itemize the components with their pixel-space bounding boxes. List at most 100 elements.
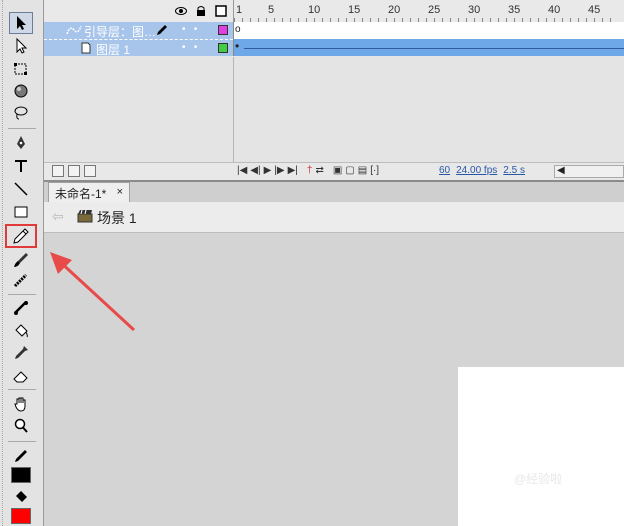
keyframe-marker[interactable]: • <box>235 39 239 53</box>
stroke-pencil-icon <box>15 450 27 462</box>
layer-visibility-dots[interactable]: • • <box>182 42 197 53</box>
loop-icon[interactable]: ⇄ <box>315 165 323 176</box>
fill-color-swatch[interactable] <box>11 508 31 524</box>
timeline-horizontal-scrollbar[interactable]: ◀ <box>554 165 624 178</box>
scene-label[interactable]: 场景 1 <box>97 208 137 228</box>
fill-color-tool[interactable] <box>9 486 33 508</box>
toolbar-divider <box>8 441 36 442</box>
eyedropper-icon <box>15 346 28 359</box>
onion-skin-icon[interactable]: ▣ <box>333 165 342 176</box>
zoom-tool[interactable] <box>9 415 33 437</box>
next-frame-icon[interactable]: |▶ <box>274 165 284 176</box>
timeline-panel: 1 5 10 15 20 25 30 35 40 45 引导层：图… • • o 图层 1 • • <box>44 0 624 180</box>
pencil-tool-highlight <box>5 224 37 248</box>
layer-frames-guide[interactable]: o <box>233 22 624 39</box>
guide-layer-icon <box>66 24 82 39</box>
layer-icon <box>80 42 92 57</box>
current-frame-readout[interactable]: 60 <box>439 165 450 176</box>
selection-tool[interactable] <box>9 12 33 34</box>
ruler-number: 10 <box>308 4 321 16</box>
close-icon[interactable]: × <box>117 186 123 198</box>
document-tabbar: 未命名-1* × <box>44 180 624 203</box>
magnifier-icon <box>14 418 28 433</box>
deco-tool[interactable] <box>9 270 33 292</box>
prev-frame-icon[interactable]: ◀| <box>250 165 260 176</box>
eraser-tool[interactable] <box>9 365 33 387</box>
line-icon <box>14 182 28 196</box>
frame-rate-readout[interactable]: 24.00 fps <box>456 165 497 176</box>
ruler-number: 45 <box>588 4 601 16</box>
first-frame-icon[interactable]: |◀ <box>237 165 247 176</box>
stage-canvas[interactable] <box>458 367 624 526</box>
layer-row-1[interactable]: 图层 1 • • <box>44 39 233 58</box>
layer-visibility-dots[interactable]: • • <box>182 24 197 35</box>
hand-tool[interactable] <box>9 393 33 415</box>
layer-frames-1[interactable]: • <box>233 39 624 56</box>
ruler-number: 1 <box>236 4 243 16</box>
document-tab[interactable]: 未命名-1* × <box>48 182 130 203</box>
watermark: @经验啦 <box>514 472 563 486</box>
eraser-icon <box>13 371 28 383</box>
ruler-number: 25 <box>428 4 441 16</box>
center-frame-icon[interactable]: † <box>307 165 313 176</box>
edit-bar: ⇦ 场景 1 <box>44 202 624 233</box>
play-icon[interactable]: ▶ <box>264 165 272 176</box>
layer-name[interactable]: 引导层：图… <box>84 23 156 40</box>
timeline-empty-area <box>44 57 624 162</box>
timeline-header: 1 5 10 15 20 25 30 35 40 45 <box>44 0 624 22</box>
ruler-number: 35 <box>508 4 521 16</box>
pencil-edit-icon <box>156 24 168 39</box>
last-frame-icon[interactable]: ▶| <box>288 165 298 176</box>
toolbar-divider <box>8 294 36 295</box>
eyedropper-tool[interactable] <box>9 342 33 364</box>
timeline-footer: |◀ ◀| ▶ |▶ ▶| † ⇄ ▣ ▢ ▤ [·] 60 24.00 fps… <box>44 162 624 180</box>
hollow-arrow-icon <box>16 37 28 54</box>
scroll-left-icon[interactable]: ◀ <box>557 165 565 176</box>
new-folder-icon[interactable] <box>68 165 80 177</box>
pen-tool[interactable] <box>9 132 33 154</box>
stroke-color-swatch[interactable] <box>11 467 31 483</box>
lasso-tool[interactable] <box>9 102 33 124</box>
stroke-color-tool[interactable] <box>9 445 33 467</box>
paint-bucket-tool[interactable] <box>9 320 33 342</box>
onion-outline-icon[interactable]: ▢ <box>345 165 354 176</box>
layer-color-box[interactable] <box>218 43 228 53</box>
line-tool[interactable] <box>9 178 33 200</box>
transform-icon <box>14 63 27 75</box>
flash-workspace: 1 5 10 15 20 25 30 35 40 45 引导层：图… • • o 图层 1 • • <box>0 0 624 526</box>
toolbar-grip[interactable] <box>2 0 6 526</box>
paint-bucket-icon <box>15 324 28 338</box>
delete-layer-icon[interactable] <box>84 165 96 177</box>
onion-markers-icon[interactable]: [·] <box>370 165 379 176</box>
3d-rotation-tool[interactable] <box>9 80 33 102</box>
brush-tool[interactable] <box>9 249 33 271</box>
clapperboard-icon <box>77 209 93 223</box>
pen-nib-icon <box>17 136 25 149</box>
toolbar-divider <box>8 128 36 129</box>
outline-square-icon[interactable] <box>214 4 228 18</box>
rectangle-tool[interactable] <box>9 201 33 223</box>
frame-ruler[interactable]: 1 5 10 15 20 25 30 35 40 45 <box>233 0 624 22</box>
lock-icon[interactable] <box>194 4 208 18</box>
free-transform-tool[interactable] <box>9 58 33 80</box>
bone-icon <box>14 301 28 315</box>
layer-color-box[interactable] <box>218 25 228 35</box>
lasso-icon <box>14 106 28 120</box>
bone-tool[interactable] <box>9 297 33 319</box>
text-tool[interactable] <box>9 155 33 177</box>
sphere-icon <box>14 84 28 98</box>
new-layer-icon[interactable] <box>52 165 64 177</box>
back-arrow-icon[interactable]: ⇦ <box>52 208 64 225</box>
keyframe-marker[interactable]: o <box>235 24 241 35</box>
subselection-tool[interactable] <box>9 35 33 57</box>
timeline-readouts: 60 24.00 fps 2.5 s <box>439 165 525 176</box>
edit-multiple-icon[interactable]: ▤ <box>358 165 367 176</box>
elapsed-time-readout[interactable]: 2.5 s <box>503 165 525 176</box>
ruler-number: 5 <box>268 4 275 16</box>
ruler-number: 20 <box>388 4 401 16</box>
ruler-number: 15 <box>348 4 361 16</box>
layer-row-guide[interactable]: 引导层：图… • • <box>44 22 233 39</box>
layer-name[interactable]: 图层 1 <box>96 41 130 58</box>
eye-icon[interactable] <box>174 4 188 18</box>
brush-icon <box>14 253 28 267</box>
